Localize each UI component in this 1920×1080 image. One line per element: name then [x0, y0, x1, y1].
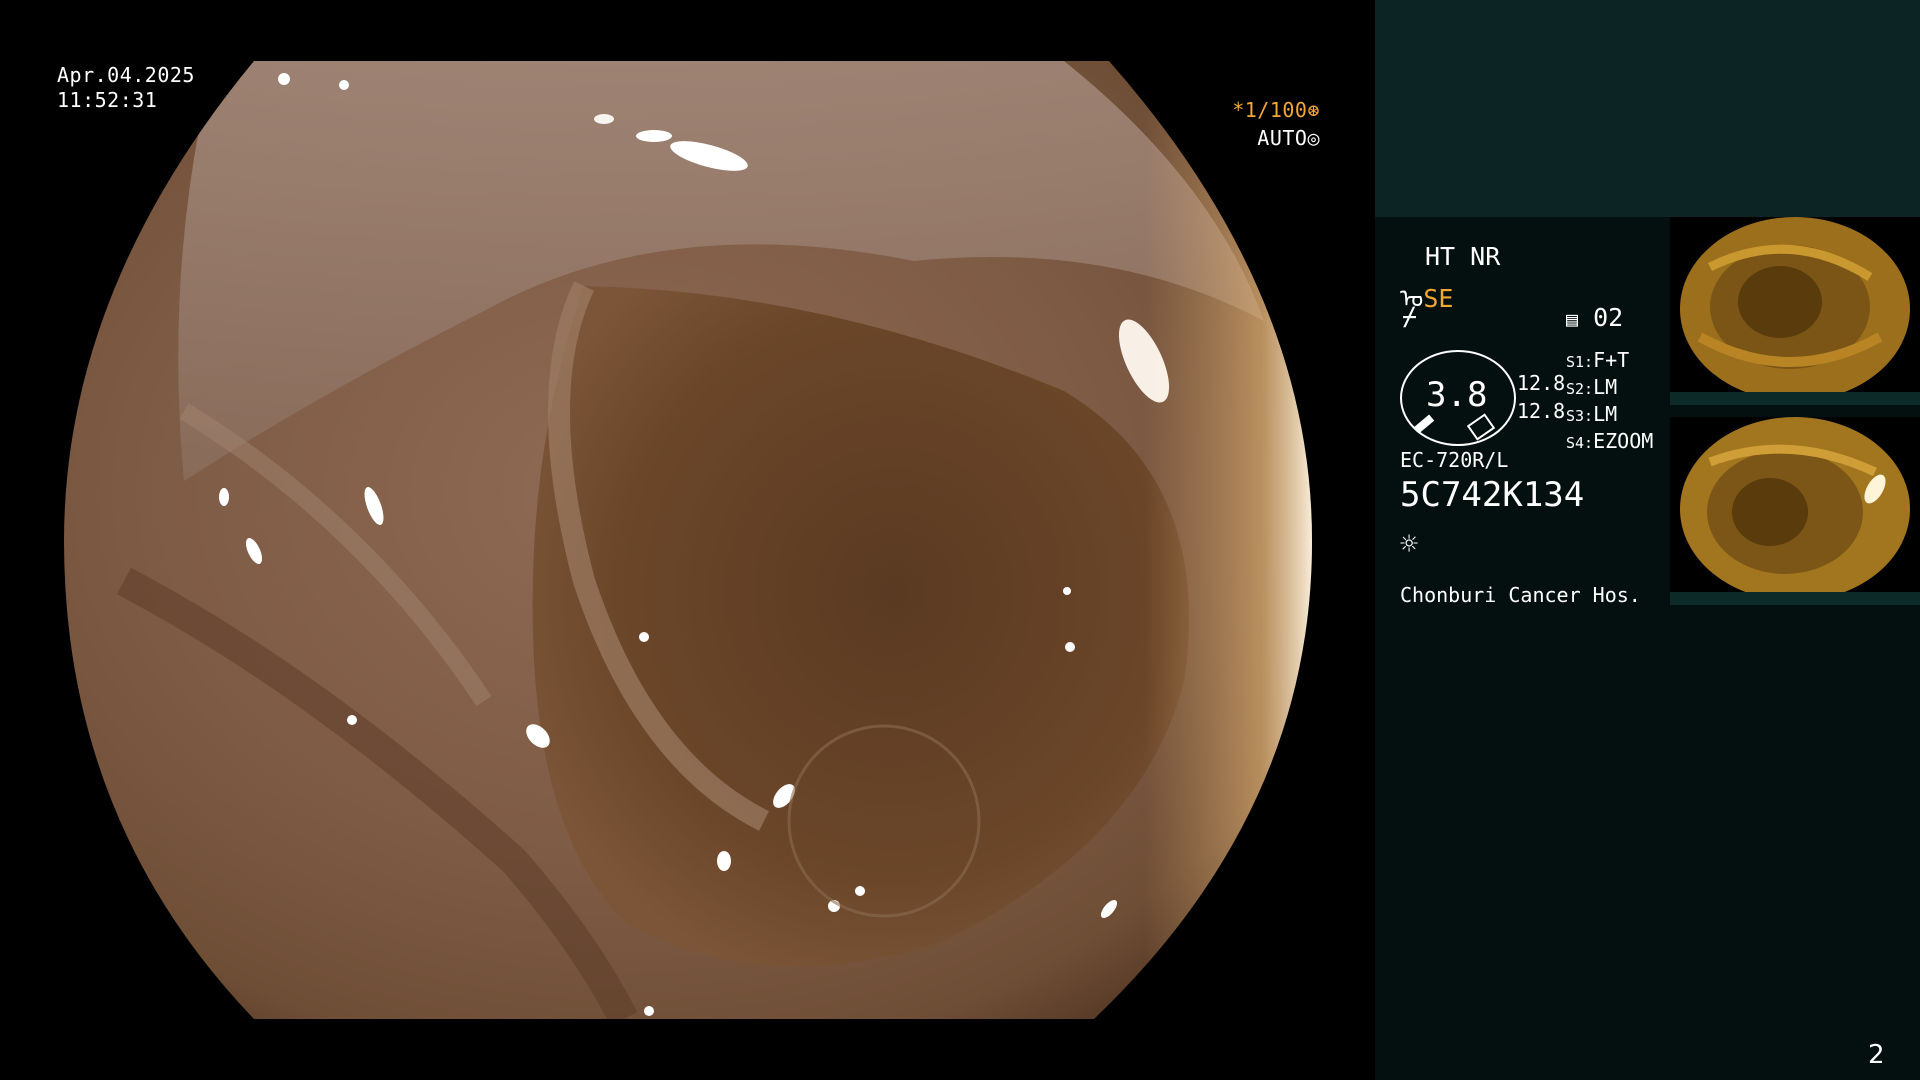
auto-target-icon: ◎: [1307, 126, 1320, 150]
exposure-mode: AUTO◎: [1220, 126, 1320, 151]
shutter-speed-text: *1/100: [1232, 98, 1308, 122]
scale-top: 12.8: [1517, 371, 1566, 395]
aperture-icon: ⊛: [1307, 98, 1320, 122]
time-text: 11:52:31: [57, 88, 158, 112]
scope-serial: 5C742K134: [1400, 475, 1585, 515]
colon-lumen-image: [64, 61, 1312, 1019]
contrast-icon: ⌿: [1402, 302, 1418, 331]
switch-row: S4:EZOOM: [1566, 429, 1654, 453]
hospital-name: Chonburi Cancer Hos.: [1400, 583, 1641, 607]
light-sun-icon: ☼: [1400, 527, 1419, 562]
endoscope-live-view: [64, 61, 1312, 1019]
se-label: SE: [1423, 284, 1454, 313]
captured-thumbnail[interactable]: [1670, 217, 1920, 405]
endoscope-display: Apr.04.2025 11:52:31 *1/100⊛ AUTO◎ HT NR…: [0, 0, 1920, 1080]
switch-row: S3:LM: [1566, 402, 1618, 426]
thumbnail-image: [1670, 217, 1920, 405]
timestamp: Apr.04.2025 11:52:31: [57, 63, 195, 113]
date-text: Apr.04.2025: [57, 63, 195, 87]
memory-indicator: ▤ 02: [1566, 303, 1623, 332]
page-number: 2: [1868, 1040, 1885, 1070]
captured-thumbnail[interactable]: [1670, 417, 1920, 605]
scale-bottom: 12.8: [1517, 399, 1566, 423]
exposure-mode-text: AUTO: [1257, 126, 1308, 150]
memory-card-icon: ▤: [1566, 307, 1579, 331]
shutter-speed: *1/100⊛: [1220, 98, 1320, 123]
processing-modes: HT NR: [1425, 242, 1501, 271]
memory-count: 02: [1593, 303, 1624, 332]
switch-row: S2:LM: [1566, 375, 1618, 399]
info-panel-header: [1375, 0, 1920, 217]
scope-model: EC-720R/L: [1400, 448, 1509, 472]
thumbnail-image: [1670, 417, 1920, 605]
gauge-value: 3.8: [1426, 375, 1488, 415]
switch-settings: S1:F+T S2:LM S3:LM S4:EZOOM: [1566, 348, 1653, 456]
switch-row: S1:F+T: [1566, 348, 1630, 372]
